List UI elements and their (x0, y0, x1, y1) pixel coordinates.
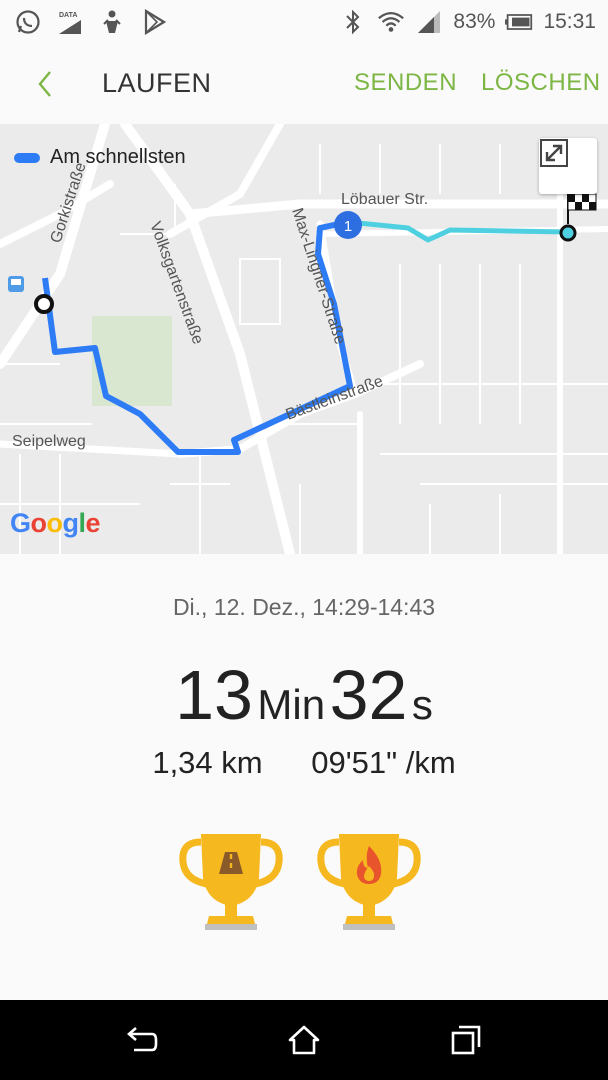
play-store-icon (140, 8, 168, 36)
route-map[interactable]: 1 Gorkistraße Volksgartenstraße Löbauer … (0, 124, 608, 554)
delete-button[interactable]: LÖSCHEN (481, 69, 601, 97)
status-bar: DATA 83% 15:31 (0, 0, 608, 44)
expand-map-button[interactable] (539, 138, 597, 194)
battery-icon (505, 8, 533, 36)
wifi-icon (377, 8, 405, 36)
pace-value: 09'51" /km (311, 745, 456, 780)
road-trophy-icon[interactable] (175, 822, 287, 934)
home-nav-icon[interactable] (286, 1022, 322, 1058)
workout-metrics: 1,34 km 09'51" /km (0, 745, 608, 781)
svg-text:1: 1 (344, 218, 352, 235)
start-marker[interactable] (34, 294, 54, 314)
send-button[interactable]: SENDEN (354, 69, 457, 97)
whatsapp-icon (14, 8, 42, 36)
bluetooth-icon (339, 8, 367, 36)
app-bar: LAUFEN SENDEN LÖSCHEN (0, 44, 608, 124)
back-button[interactable] (30, 66, 66, 102)
distance-value: 1,34 km (152, 745, 263, 780)
transit-icon (8, 276, 24, 292)
workout-duration: 13 Min 32 s (0, 655, 608, 735)
chevron-left-icon (38, 71, 51, 97)
map-streets (0, 124, 608, 554)
back-nav-icon[interactable] (124, 1022, 160, 1058)
page-title: LAUFEN (102, 68, 212, 98)
google-logo: Google (10, 508, 101, 538)
street-label-baestlein: Bästleinstraße (284, 373, 386, 424)
duration-minutes-unit: Min (257, 681, 326, 728)
data-icon: DATA (56, 8, 84, 36)
notification-icon (98, 8, 126, 36)
end-marker[interactable] (559, 224, 577, 242)
finish-flag-icon (567, 193, 597, 224)
trophy-list (175, 822, 425, 934)
legend-swatch (14, 152, 40, 163)
street-label-seipelweg: Seipelweg (12, 433, 86, 450)
signal-icon (415, 8, 443, 36)
system-nav-bar (0, 1000, 608, 1080)
svg-text:DATA: DATA (59, 12, 77, 19)
workout-date: Di., 12. Dez., 14:29-14:43 (172, 594, 436, 620)
recents-nav-icon[interactable] (448, 1022, 484, 1058)
map-canvas: 1 Gorkistraße Volksgartenstraße Löbauer … (0, 124, 608, 554)
duration-seconds-unit: s (411, 681, 433, 728)
flame-trophy-icon[interactable] (313, 822, 425, 934)
waypoint-marker[interactable]: 1 (334, 211, 362, 239)
battery-percent: 83% (453, 10, 496, 33)
route-legend: Am schnellsten (14, 146, 186, 169)
street-label-loebauer: Löbauer Str. (341, 191, 428, 208)
expand-icon (540, 139, 568, 167)
clock: 15:31 (543, 10, 596, 33)
duration-seconds: 32 (329, 656, 408, 734)
duration-minutes: 13 (175, 656, 253, 734)
legend-label: Am schnellsten (50, 146, 186, 168)
